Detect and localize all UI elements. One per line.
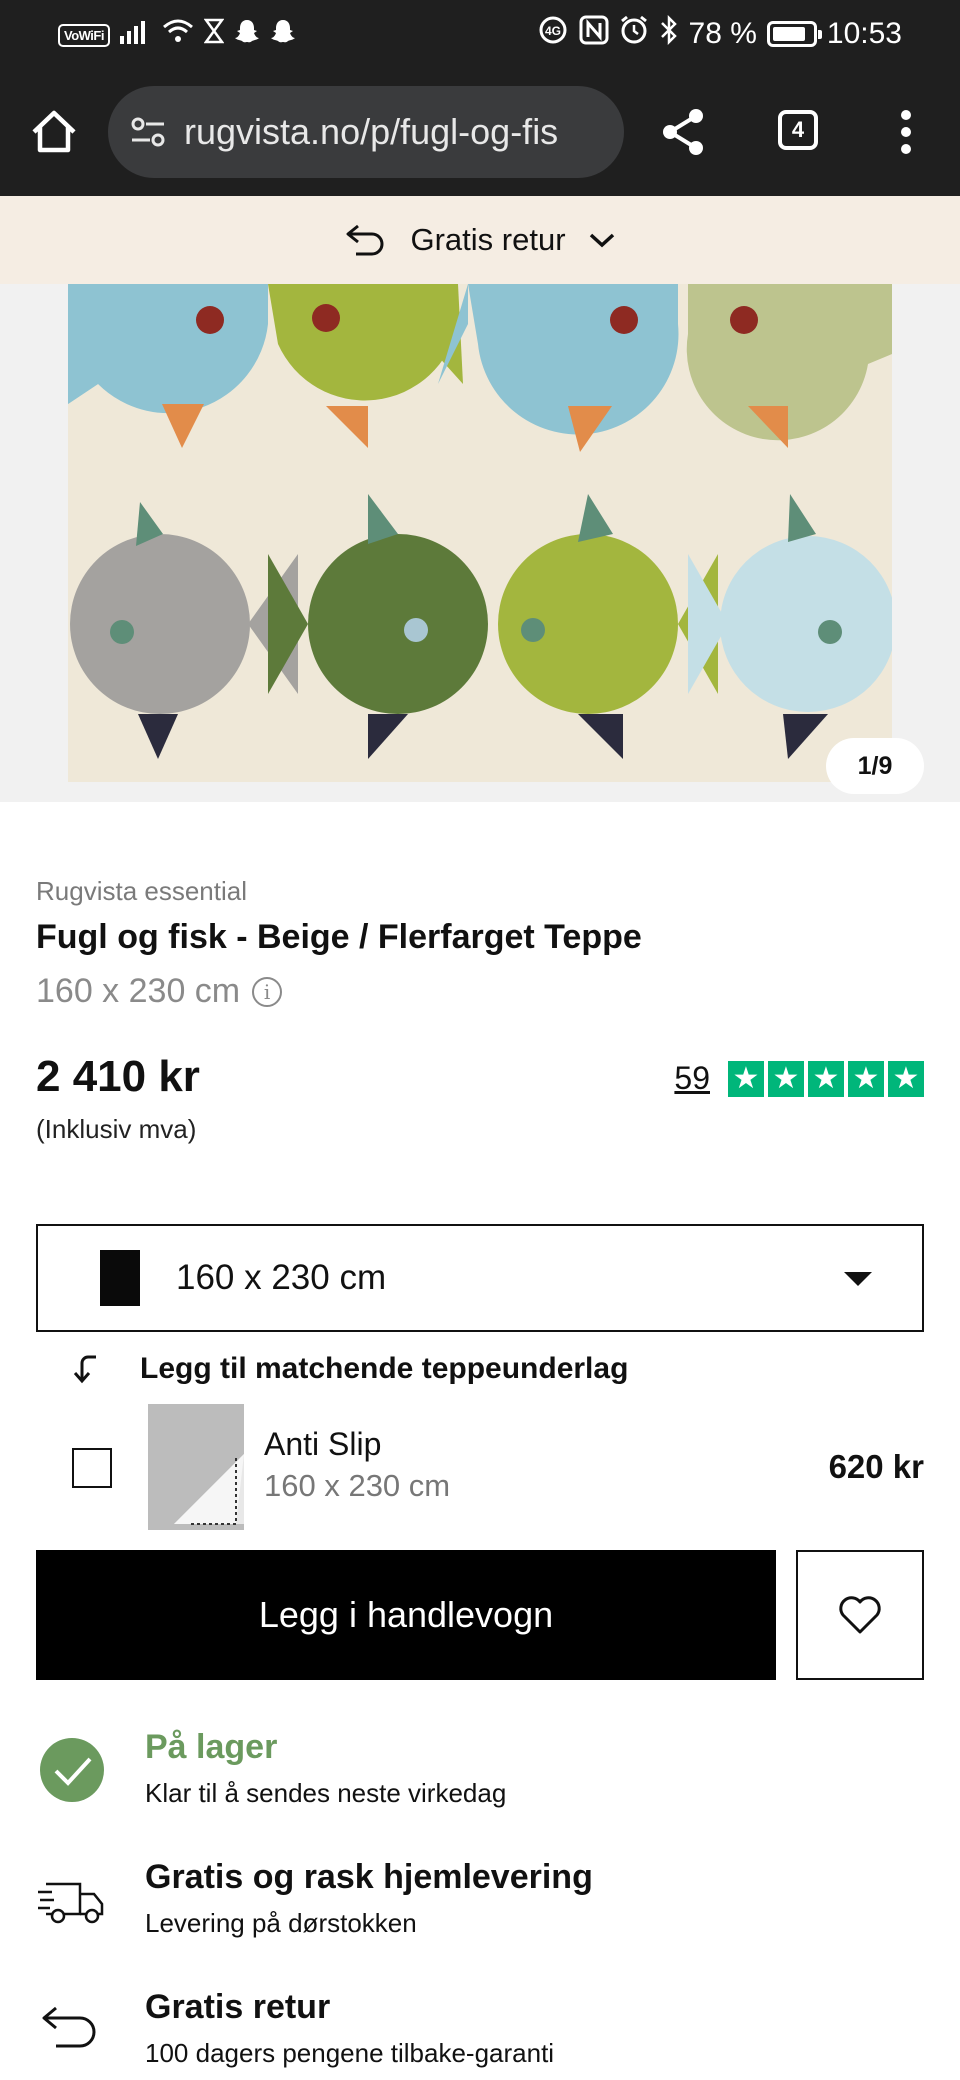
- browser-toolbar: rugvista.no/p/fugl-og-fis 4: [0, 68, 960, 196]
- menu-dot: [901, 127, 911, 137]
- return-arrow-icon: [346, 224, 384, 256]
- size-swatch-icon: [100, 1250, 140, 1306]
- product-gallery[interactable]: 1/9: [0, 284, 960, 802]
- usp-return: Gratis retur 100 dagers pengene tilbake-…: [0, 1988, 960, 2080]
- usp-delivery: Gratis og rask hjemlevering Levering på …: [0, 1858, 960, 1958]
- signal-icon: [119, 18, 152, 52]
- underlay-name: Anti Slip: [264, 1426, 382, 1462]
- star-icon: ★: [848, 1060, 884, 1097]
- data-saver-icon: 4G: [537, 14, 569, 54]
- hourglass-icon: [203, 18, 225, 52]
- caret-down-icon: [844, 1272, 872, 1286]
- heart-icon: [839, 1596, 881, 1634]
- underlay-heading: Legg til matchende teppeunderlag: [140, 1352, 629, 1385]
- clock: 10:53: [826, 17, 902, 50]
- size-dropdown-value: 160 x 230 cm: [176, 1258, 387, 1297]
- bluetooth-icon: [659, 14, 679, 53]
- product-size-row: 160 x 230 cm i: [36, 972, 283, 1011]
- review-summary[interactable]: 59 ★ ★ ★ ★ ★: [674, 1060, 924, 1097]
- site-settings-icon[interactable]: [128, 112, 168, 152]
- svg-text:4G: 4G: [545, 24, 561, 38]
- chevron-down-icon: [589, 233, 614, 248]
- tab-switcher-button[interactable]: 4: [778, 110, 818, 150]
- promo-label: Gratis retur: [410, 222, 566, 257]
- product-brand: Rugvista essential: [36, 876, 247, 906]
- trustpilot-stars: ★ ★ ★ ★ ★: [728, 1060, 924, 1097]
- share-icon: [663, 109, 703, 155]
- url-text: rugvista.no/p/fugl-og-fis: [184, 111, 559, 152]
- underlay-heading-row: Legg til matchende teppeunderlag: [72, 1352, 628, 1386]
- usp-return-title: Gratis retur: [145, 1988, 331, 2026]
- battery-icon: [766, 21, 822, 47]
- share-button[interactable]: [656, 104, 712, 160]
- info-icon[interactable]: i: [252, 976, 283, 1007]
- alarm-icon: [619, 15, 649, 53]
- product-price: 2 410 kr: [36, 1052, 200, 1101]
- status-bar: VoWiFi 4G 78 % 10:53: [0, 0, 960, 68]
- wishlist-button[interactable]: [796, 1550, 924, 1680]
- menu-dot: [901, 110, 911, 120]
- usp-stock-title: På lager: [145, 1728, 278, 1766]
- underlay-checkbox[interactable]: [72, 1448, 112, 1488]
- size-dropdown[interactable]: 160 x 230 cm: [36, 1224, 924, 1332]
- star-icon: ★: [768, 1060, 804, 1097]
- delivery-truck-icon: [38, 1882, 104, 1924]
- usp-delivery-subtitle: Levering på dørstokken: [145, 1908, 417, 1938]
- underlay-price: 620 kr: [828, 1448, 924, 1485]
- product-size: 160 x 230 cm: [36, 972, 241, 1010]
- underlay-option[interactable]: Anti Slip 160 x 230 cm 620 kr: [72, 1404, 924, 1532]
- star-icon: ★: [808, 1060, 844, 1097]
- home-icon: [32, 110, 76, 153]
- image-counter: 1/9: [826, 738, 924, 794]
- vat-note: (Inklusiv mva): [36, 1114, 197, 1144]
- review-count-link[interactable]: 59: [674, 1060, 710, 1097]
- battery-percent: 78 %: [688, 17, 757, 50]
- usp-delivery-title: Gratis og rask hjemlevering: [145, 1858, 593, 1896]
- status-left: VoWiFi: [58, 18, 296, 52]
- usp-stock: På lager Klar til å sendes neste virkeda…: [0, 1728, 960, 1828]
- check-circle-icon: [40, 1738, 104, 1802]
- home-button[interactable]: [26, 104, 82, 160]
- snapchat-icon: [234, 18, 260, 52]
- star-icon: ★: [888, 1060, 924, 1097]
- return-arrow-icon: [42, 2006, 96, 2048]
- address-bar[interactable]: rugvista.no/p/fugl-og-fis: [108, 86, 624, 178]
- usp-return-subtitle: 100 dagers pengene tilbake-garanti: [145, 2038, 555, 2068]
- status-right: 4G 78 % 10:53: [537, 14, 902, 54]
- product-image[interactable]: [68, 284, 892, 782]
- nfc-icon: [579, 15, 609, 53]
- vowifi-badge: VoWiFi: [58, 23, 110, 47]
- product-title: Fugl og fisk - Beige / Flerfarget Teppe: [36, 918, 642, 956]
- menu-dot: [901, 144, 911, 154]
- snapchat-icon-2: [270, 18, 296, 52]
- promo-banner[interactable]: Gratis retur: [0, 196, 960, 284]
- star-icon: ★: [728, 1060, 764, 1097]
- underlay-size: 160 x 230 cm: [264, 1468, 451, 1503]
- anti-slip-pad-image: [148, 1404, 244, 1530]
- wifi-icon: [162, 18, 194, 52]
- add-to-cart-button[interactable]: Legg i handlevogn: [36, 1550, 776, 1680]
- arrow-turn-down-icon: [73, 1355, 96, 1384]
- browser-menu-button[interactable]: [886, 104, 926, 160]
- usp-stock-subtitle: Klar til å sendes neste virkedag: [145, 1778, 507, 1808]
